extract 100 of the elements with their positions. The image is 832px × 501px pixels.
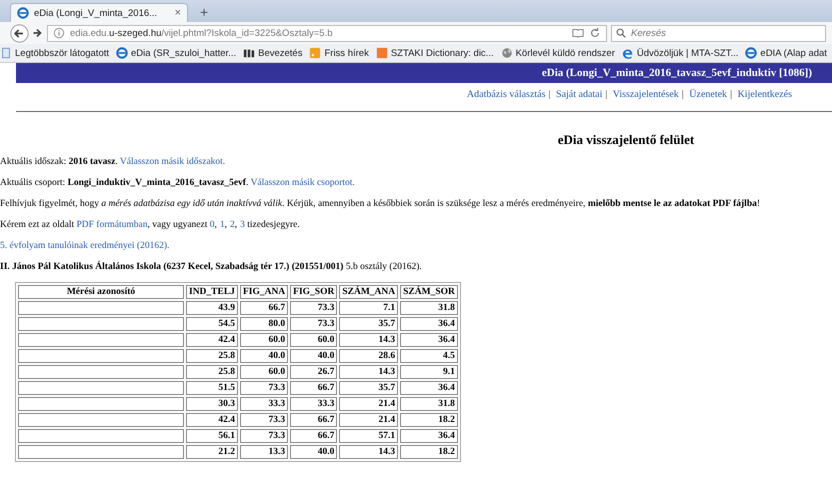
table-cell: 36.4 — [400, 381, 458, 395]
search-icon — [615, 27, 627, 39]
table-cell: 33.3 — [290, 397, 338, 411]
table-cell: 14.3 — [339, 333, 398, 347]
table-cell: 40.0 — [290, 349, 338, 363]
decimals-link[interactable]: 0 — [210, 220, 214, 230]
grade-results-link[interactable]: 5. évfolyam tanulóinak eredményei (20162). — [0, 241, 170, 251]
pdf-link[interactable]: PDF formátumban — [76, 220, 148, 230]
table-cell: 26.7 — [290, 365, 338, 379]
table-cell: 73.3 — [290, 301, 338, 315]
table-cell: 25.8 — [186, 349, 238, 363]
pdf-text: , vagy ugyanezt — [147, 220, 208, 230]
separator: , — [234, 220, 238, 230]
pdf-text: Kérem ezt az oldalt — [0, 220, 76, 230]
column-header: IND_TELJ — [186, 285, 238, 299]
table-cell: 21.4 — [339, 413, 398, 427]
table-cell: 36.4 — [400, 333, 458, 347]
table-cell: 25.8 — [186, 365, 238, 379]
bookmark-link[interactable]: Üdvözöljük | MTA-SZT... — [622, 47, 738, 59]
browser-tab[interactable]: eDia (Longi_V_minta_2016... × — [10, 3, 188, 22]
column-header: FIG_SOR — [290, 285, 338, 299]
bookmark-link[interactable]: Friss hírek — [309, 47, 369, 59]
table-cell: 40.0 — [290, 445, 338, 459]
table-cell: 18.2 — [400, 445, 458, 459]
nav-link[interactable]: Visszajelentések — [612, 89, 679, 100]
table-cell: 36.4 — [400, 317, 458, 331]
nav-link[interactable]: Adatbázis választás — [466, 89, 546, 100]
bookmark-label: Bevezetés — [258, 48, 302, 58]
table-cell: 54.5 — [186, 317, 238, 331]
separator: , — [224, 220, 227, 230]
bookmark-link[interactable]: Körlevél küldö rendszer — [500, 47, 615, 59]
bookmark-label: Üdvözöljük | MTA-SZT... — [636, 48, 738, 58]
decimals-link[interactable]: 3 — [240, 220, 245, 230]
column-header: SZÁM_ANA — [339, 285, 398, 299]
period-text: Aktuális időszak: 2016 tavasz. — [0, 157, 118, 167]
separator: , — [214, 220, 217, 230]
table-cell: 73.3 — [240, 381, 288, 395]
bookmark-link[interactable]: Legtöbbször látogatott — [0, 47, 110, 59]
change-period-link[interactable]: Válasszon másik időszakot. — [120, 157, 226, 167]
bookmark-link[interactable]: SZTAKI Dictionary: dic... — [376, 47, 494, 59]
table-cell: 33.3 — [240, 397, 288, 411]
table-cell: 66.7 — [290, 413, 338, 427]
e-logo-icon — [622, 47, 634, 59]
globe-icon — [500, 47, 513, 59]
reader-view-icon[interactable] — [572, 27, 584, 39]
group-text: Aktuális csoport: Longi_induktiv_V_minta_2016_tavasz_5evf. — [0, 178, 248, 188]
table-cell: 73.3 — [240, 429, 288, 443]
page-icon — [0, 47, 12, 59]
page-title: eDia visszajelentő felület — [556, 132, 696, 148]
table-cell: 35.7 — [339, 381, 398, 395]
table-cell: 42.4 — [186, 413, 238, 427]
new-tab-button[interactable]: + — [194, 4, 214, 22]
reload-icon[interactable] — [589, 27, 601, 39]
e-logo-icon — [116, 47, 128, 59]
table-cell: 30.3 — [186, 397, 238, 411]
table-cell: 51.5 — [186, 381, 238, 395]
table-cell: 60.0 — [240, 333, 288, 347]
table-cell: 18.2 — [400, 413, 458, 427]
bookmark-link[interactable]: eDia (SR_szuloi_hatter... — [116, 47, 236, 59]
table-cell: 66.7 — [290, 429, 338, 443]
bookmark-label: eDIA (Alap adat — [760, 48, 827, 58]
nav-link[interactable]: Kijelentkezés — [738, 89, 792, 100]
table-cell: 36.4 — [400, 429, 458, 443]
table-cell: 60.0 — [290, 333, 338, 347]
table-cell: 73.3 — [290, 317, 338, 331]
close-tab-button[interactable]: × — [174, 7, 181, 19]
table-cell: 66.7 — [240, 301, 288, 315]
pdf-text: tizedesjegyre. — [246, 220, 300, 230]
table-cell: 40.0 — [240, 349, 288, 363]
bookmark-label: Körlevél küldö rendszer — [516, 48, 615, 58]
separator: | — [730, 89, 732, 100]
table-cell: 57.1 — [339, 429, 398, 443]
table-cell: 21.2 — [186, 445, 238, 459]
bookmark-link[interactable]: Bevezetés — [243, 47, 302, 59]
back-button[interactable] — [10, 24, 29, 42]
address-bar[interactable]: edia.edu.u-szeged.hu/vijel.phtml?Iskola_id=3225&Osztaly=5.b — [47, 24, 607, 42]
table-cell: 9.1 — [400, 365, 458, 379]
table-cell: 56.1 — [186, 429, 238, 443]
decimals-link[interactable]: 1 — [220, 220, 225, 230]
table-cell: 28.6 — [339, 349, 398, 363]
table-cell: 21.4 — [339, 397, 398, 411]
column-header: Mérési azonosító — [18, 285, 184, 299]
table-cell: 14.3 — [339, 365, 398, 379]
table-cell: 43.9 — [186, 301, 238, 315]
change-group-link[interactable]: Válasszon másik csoportot. — [250, 178, 355, 188]
nav-link[interactable]: Üzenetek — [689, 89, 728, 100]
notice-text: Felhívjuk figyelmét, hogy a mérés adatbázisa egy idő után inaktívvá válik. Kérjük, amennyiben a későbbiek során is szüksége lesz a mérés eredményeire, mielőbb mentse le az adatokat PDF fájlba! — [0, 198, 762, 211]
forward-button[interactable] — [31, 27, 43, 39]
info-icon — [53, 27, 65, 39]
m-logo-icon — [243, 47, 256, 59]
bookmark-link[interactable]: eDIA (Alap adat — [745, 47, 827, 59]
search-field[interactable]: Keresés — [611, 24, 826, 42]
school-text: II. János Pál Katolikus Általános Iskola (6237 Kecel, Szabadság tér 17.) (201551/001) 5.b osztály (20162). — [0, 261, 423, 274]
table-cell: 13.3 — [240, 445, 288, 459]
decimals-link[interactable]: 2 — [230, 220, 235, 230]
nav-link[interactable]: Saját adatai — [556, 89, 602, 100]
table-cell: 31.8 — [400, 301, 458, 315]
url-text: edia.edu.u-szeged.hu/vijel.phtml?Iskola_id=3225&Osztaly=5.b — [70, 28, 332, 38]
header-title: eDia (Longi_V_minta_2016_tavasz_5evf_induktiv [1086]) — [542, 67, 812, 79]
tab-title: eDia (Longi_V_minta_2016... — [34, 8, 158, 18]
